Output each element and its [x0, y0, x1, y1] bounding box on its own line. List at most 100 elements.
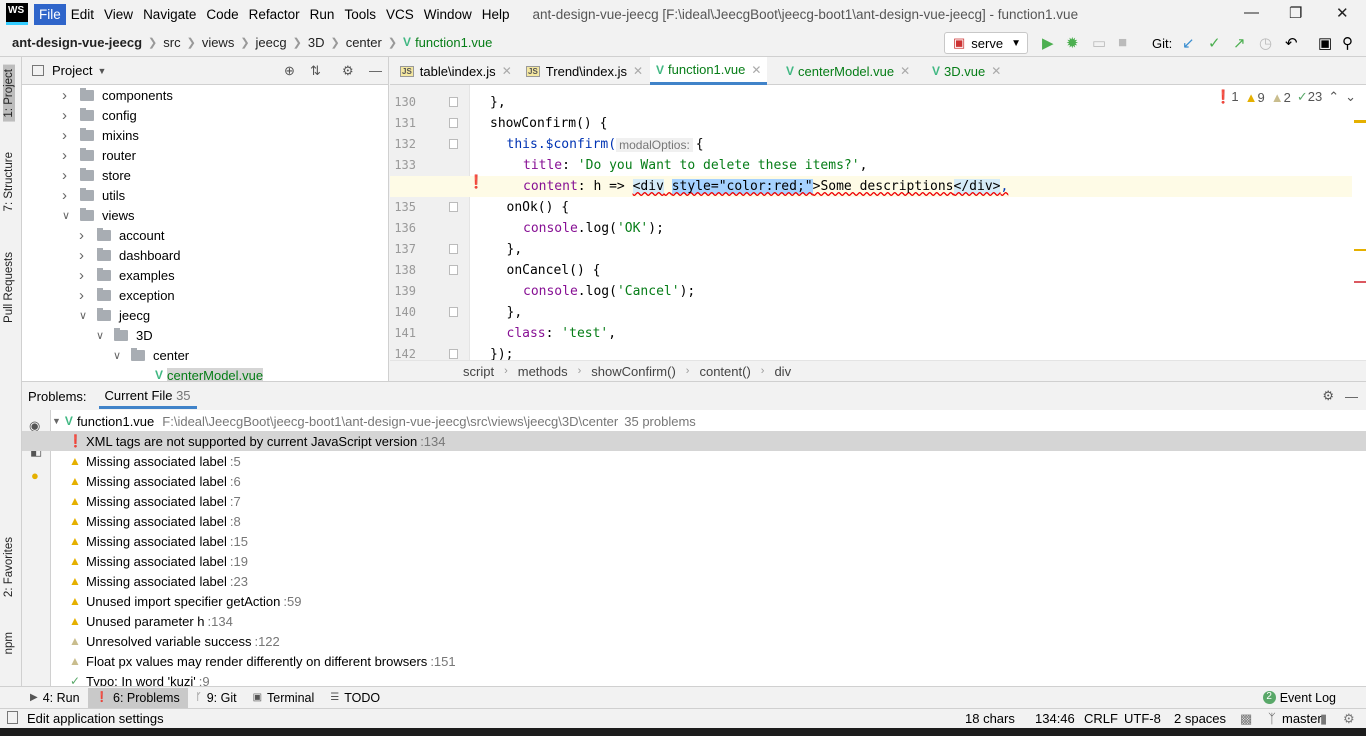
tab-trend-index-js[interactable]: JS Trend\index.js ✕: [520, 57, 649, 85]
editor-crumb[interactable]: content(): [699, 364, 750, 379]
tree-item-router[interactable]: › router: [62, 145, 136, 165]
code-line[interactable]: class: 'test',: [390, 323, 1352, 344]
hide-panel-icon[interactable]: —: [369, 63, 382, 78]
tab-function1-vue[interactable]: Vfunction1.vue ✕: [650, 57, 768, 85]
nav-crumb[interactable]: src: [163, 35, 180, 50]
nav-crumb[interactable]: center: [346, 35, 382, 50]
gear-icon[interactable]: ⚙: [1322, 388, 1334, 404]
next-problem-icon[interactable]: ⌄: [1345, 89, 1356, 105]
stop-icon[interactable]: ■: [1118, 34, 1127, 51]
close-window-button[interactable]: ✕: [1336, 4, 1349, 22]
code-line[interactable]: });: [390, 344, 1352, 360]
tab-current-file[interactable]: Current File 35: [98, 383, 197, 409]
rollback-icon[interactable]: ↶: [1285, 34, 1298, 52]
chevron-right-icon[interactable]: ›: [79, 287, 91, 304]
error-count[interactable]: ❗1: [1215, 89, 1238, 105]
tree-item-utils[interactable]: › utils: [62, 185, 125, 205]
stripe-tab-pull-requests[interactable]: Pull Requests: [3, 252, 15, 323]
editor-crumb[interactable]: methods: [518, 364, 568, 379]
coverage-icon[interactable]: ▭: [1092, 34, 1106, 52]
close-icon[interactable]: ✕: [991, 64, 1001, 78]
chevron-right-icon[interactable]: ›: [62, 127, 74, 144]
hide-panel-icon[interactable]: —: [1345, 389, 1358, 404]
code-line[interactable]: console .log('Cancel');: [390, 281, 1352, 302]
tool-todo[interactable]: ☰ TODO: [322, 688, 388, 708]
problem-item[interactable]: ▲ Missing associated label:7: [22, 491, 1366, 511]
editor-crumb[interactable]: script: [463, 364, 494, 379]
chevron-right-icon[interactable]: ›: [62, 87, 74, 104]
chevron-down-icon[interactable]: ▼: [97, 66, 106, 76]
editor-crumb[interactable]: showConfirm(): [591, 364, 676, 379]
chevron-down-icon[interactable]: ∨: [113, 349, 125, 362]
menu-file[interactable]: File: [34, 3, 66, 25]
chevron-right-icon[interactable]: ›: [62, 187, 74, 204]
menu-vcs[interactable]: VCS: [381, 4, 419, 25]
scroll-marker[interactable]: [1354, 249, 1366, 251]
status-caret-position[interactable]: 134:46: [1035, 711, 1075, 726]
typo-count[interactable]: ✓23: [1297, 89, 1322, 105]
close-icon[interactable]: ✕: [751, 63, 761, 77]
problem-item[interactable]: ▲ Missing associated label:6: [22, 471, 1366, 491]
editorconfig-icon[interactable]: ▩: [1240, 711, 1252, 727]
locate-icon[interactable]: ⊕: [284, 63, 295, 79]
problem-item[interactable]: ▲ Unused parameter h:134: [22, 611, 1366, 631]
problems-file-node[interactable]: ▼ V function1.vue F:\ideal\JeecgBoot\jee…: [52, 411, 1356, 431]
tool-terminal[interactable]: ▣ Terminal: [245, 688, 323, 708]
close-icon[interactable]: ✕: [900, 64, 910, 78]
menu-help[interactable]: Help: [477, 4, 515, 25]
chevron-down-icon[interactable]: ∨: [62, 209, 74, 222]
inspection-widget[interactable]: ❗1 ▲9 ▲2 ✓23 ⌃ ⌄: [1215, 89, 1356, 105]
status-line-separator[interactable]: CRLF: [1084, 711, 1118, 726]
tree-item-views[interactable]: ∨ views: [62, 205, 135, 225]
gear-icon[interactable]: ⚙: [342, 63, 354, 79]
git-push-icon[interactable]: ↗: [1233, 34, 1246, 52]
run-icon[interactable]: ▶: [1042, 34, 1054, 52]
nav-crumb[interactable]: 3D: [308, 35, 325, 50]
tree-item-jeecg[interactable]: ∨ jeecg: [79, 305, 150, 325]
close-icon[interactable]: ✕: [502, 64, 512, 78]
stripe-tab-npm[interactable]: npm: [3, 632, 15, 654]
minimize-button[interactable]: —: [1244, 4, 1259, 21]
nav-crumb[interactable]: jeecg: [256, 35, 287, 50]
menu-refactor[interactable]: Refactor: [244, 4, 305, 25]
menu-window[interactable]: Window: [419, 4, 477, 25]
tree-item-config[interactable]: › config: [62, 105, 137, 125]
inspector-icon[interactable]: ⚙: [1343, 711, 1355, 727]
tool-6-problems[interactable]: ❗ 6: Problems: [87, 687, 188, 708]
restore-button[interactable]: ❐: [1289, 4, 1302, 22]
code-line[interactable]: showConfirm() {: [390, 113, 1352, 134]
editor-crumb[interactable]: div: [774, 364, 791, 379]
code-line[interactable]: onCancel() {: [390, 260, 1352, 281]
search-icon[interactable]: ⚲: [1342, 34, 1353, 52]
code-line[interactable]: },: [390, 92, 1352, 113]
tree-item-components[interactable]: › components: [62, 85, 173, 105]
history-icon[interactable]: ◷: [1259, 34, 1272, 52]
problem-item[interactable]: ▲ Missing associated label:8: [22, 511, 1366, 531]
code-line[interactable]: title: 'Do you Want to delete these item…: [390, 155, 1352, 176]
lock-icon[interactable]: ▮: [1320, 711, 1327, 727]
weak-warning-count[interactable]: ▲2: [1271, 90, 1291, 105]
tab-table-index-js[interactable]: JS table\index.js ✕: [394, 57, 518, 85]
code-line[interactable]: content: h => <div style="color:red;" >So…: [390, 176, 1352, 197]
tree-item-store[interactable]: › store: [62, 165, 131, 185]
problem-item[interactable]: ▲ Missing associated label:15: [22, 531, 1366, 551]
code-line[interactable]: this .$confirm(modalOptios:{: [390, 134, 1352, 155]
chevron-right-icon[interactable]: ›: [79, 247, 91, 264]
code-line[interactable]: },: [390, 302, 1352, 323]
status-indent[interactable]: 2 spaces: [1174, 711, 1226, 726]
chevron-down-icon[interactable]: ∨: [96, 329, 108, 342]
stripe-tab-structure[interactable]: 7: Structure: [3, 152, 15, 211]
menu-run[interactable]: Run: [305, 4, 340, 25]
code-line[interactable]: onOk() {: [390, 197, 1352, 218]
tab-3d-vue[interactable]: V 3D.vue ✕: [926, 57, 1007, 85]
chevron-right-icon[interactable]: ›: [62, 147, 74, 164]
nav-crumb[interactable]: ant-design-vue-jeecg: [12, 35, 142, 50]
problem-item[interactable]: ▲ Missing associated label:5: [22, 451, 1366, 471]
tree-item-mixins[interactable]: › mixins: [62, 125, 139, 145]
tool-4-run[interactable]: ▶ 4: Run: [22, 688, 88, 708]
code-line[interactable]: console .log('OK');: [390, 218, 1352, 239]
menu-navigate[interactable]: Navigate: [138, 4, 201, 25]
chevron-down-icon[interactable]: ▼: [52, 416, 61, 426]
problem-item[interactable]: ▲ Missing associated label:19: [22, 551, 1366, 571]
tree-item-exception[interactable]: › exception: [79, 285, 175, 305]
